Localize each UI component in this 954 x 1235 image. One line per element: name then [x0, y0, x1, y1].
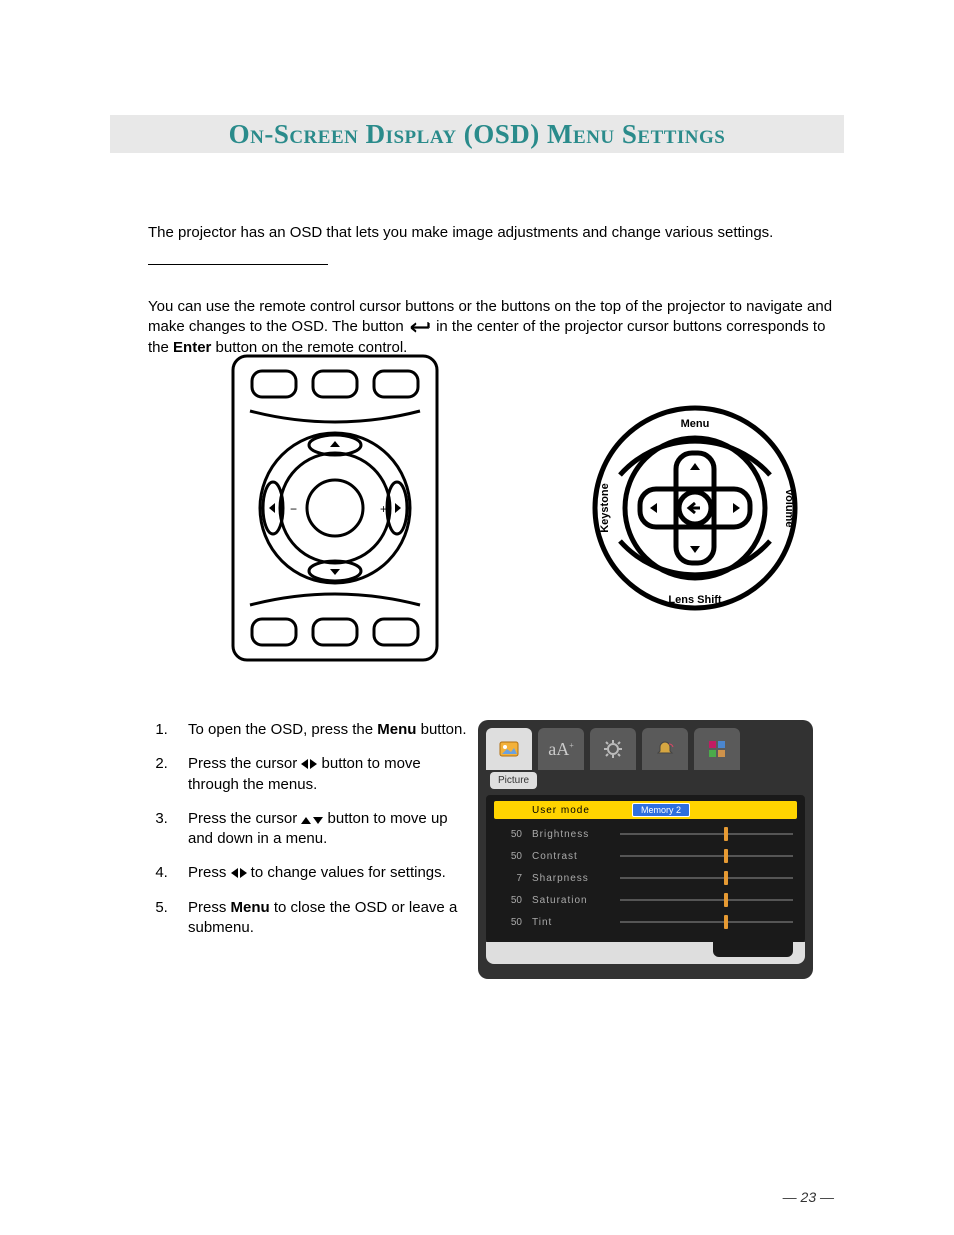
osd-value: 7: [494, 873, 522, 884]
step-text: button.: [416, 721, 466, 738]
osd-header-label: User mode: [532, 805, 612, 816]
osd-slider-handle: [724, 871, 728, 885]
osd-label: Sharpness: [532, 873, 612, 884]
osd-active-tab-label: Picture: [490, 772, 537, 789]
dpad-label-left: Keystone: [599, 483, 611, 533]
dpad-label-top: Menu: [681, 418, 710, 430]
osd-slider-handle: [724, 849, 728, 863]
osd-slider-handle: [724, 827, 728, 841]
enter-arrow-icon: [408, 319, 432, 331]
step-bold-label: Menu: [377, 721, 416, 738]
step-text: To open the OSD, press the: [188, 721, 377, 738]
osd-row-saturation: 50 Saturation: [494, 889, 797, 911]
osd-label: Contrast: [532, 851, 612, 862]
svg-text:−: −: [290, 502, 297, 516]
page-title-bar: On-Screen Display (OSD) Menu Settings: [110, 115, 844, 153]
squares-icon: [707, 739, 727, 759]
osd-row-sharpness: 7 Sharpness: [494, 867, 797, 889]
intro-paragraph: The projector has an OSD that lets you m…: [148, 223, 834, 243]
picture-icon: [498, 738, 520, 760]
step-5: Press Menu to close the OSD or leave a s…: [172, 898, 468, 939]
osd-value: 50: [494, 851, 522, 862]
osd-label: Saturation: [532, 895, 612, 906]
osd-preview: aA+: [478, 720, 813, 979]
osd-slider: [620, 899, 793, 901]
osd-header-row: -- User mode Memory 2: [494, 801, 797, 819]
osd-tabs: aA+: [478, 720, 813, 770]
section-heading-rule: [148, 264, 328, 265]
osd-slider: [620, 833, 793, 835]
font-icon: aA+: [548, 739, 574, 760]
osd-label: Brightness: [532, 829, 612, 840]
osd-slider: [620, 855, 793, 857]
osd-slider-handle: [724, 915, 728, 929]
osd-slider: [620, 877, 793, 879]
bell-icon: [654, 738, 676, 760]
osd-value: 50: [494, 829, 522, 840]
osd-row-brightness: 50 Brightness: [494, 823, 797, 845]
osd-tab-font: aA+: [538, 728, 584, 770]
step-text: Press the cursor: [188, 755, 301, 772]
osd-body: -- User mode Memory 2 50 Brightness 50 Cont…: [486, 795, 805, 943]
osd-row-contrast: 50 Contrast: [494, 845, 797, 867]
step-text: to change values for settings.: [247, 864, 446, 881]
step-bold-label: Menu: [231, 899, 270, 916]
osd-footer: [486, 942, 805, 964]
osd-label: Tint: [532, 917, 612, 928]
dpad-label-right: Volume: [783, 489, 795, 528]
svg-text:+: +: [380, 502, 387, 516]
step-text: Press: [188, 899, 231, 916]
projector-top-illustration: − +: [230, 353, 440, 663]
triangle-down-icon: [313, 817, 323, 824]
osd-slider-handle: [724, 893, 728, 907]
osd-tab-audio: [642, 728, 688, 770]
dpad-label-bottom: Lens Shift: [668, 594, 722, 606]
step-4: Press to change values for settings.: [172, 863, 468, 883]
osd-tab-picture: [486, 728, 532, 770]
step-text: Press: [188, 864, 231, 881]
triangle-right-icon: [240, 868, 247, 878]
osd-tab-settings: [590, 728, 636, 770]
page-title: On-Screen Display (OSD) Menu Settings: [229, 119, 726, 150]
remote-dpad-illustration: Menu Lens Shift Keystone Volume: [590, 403, 800, 613]
triangle-left-icon: [231, 868, 238, 878]
osd-value: 50: [494, 917, 522, 928]
steps-list: To open the OSD, press the Menu button. P…: [148, 720, 468, 952]
gear-icon: [602, 738, 624, 760]
page-number: — 23 —: [783, 1189, 834, 1205]
osd-value: 50: [494, 895, 522, 906]
step-2: Press the cursor button to move through …: [172, 754, 468, 795]
triangle-left-icon: [301, 759, 308, 769]
enter-label: Enter: [173, 339, 211, 356]
osd-tab-layout: [694, 728, 740, 770]
osd-slider: [620, 921, 793, 923]
step-text: Press the cursor: [188, 810, 301, 827]
step-3: Press the cursor button to move up and d…: [172, 809, 468, 850]
triangle-up-icon: [301, 817, 311, 824]
osd-header-badge: Memory 2: [632, 803, 690, 817]
osd-row-tint: 50 Tint: [494, 911, 797, 933]
step-1: To open the OSD, press the Menu button.: [172, 720, 468, 740]
